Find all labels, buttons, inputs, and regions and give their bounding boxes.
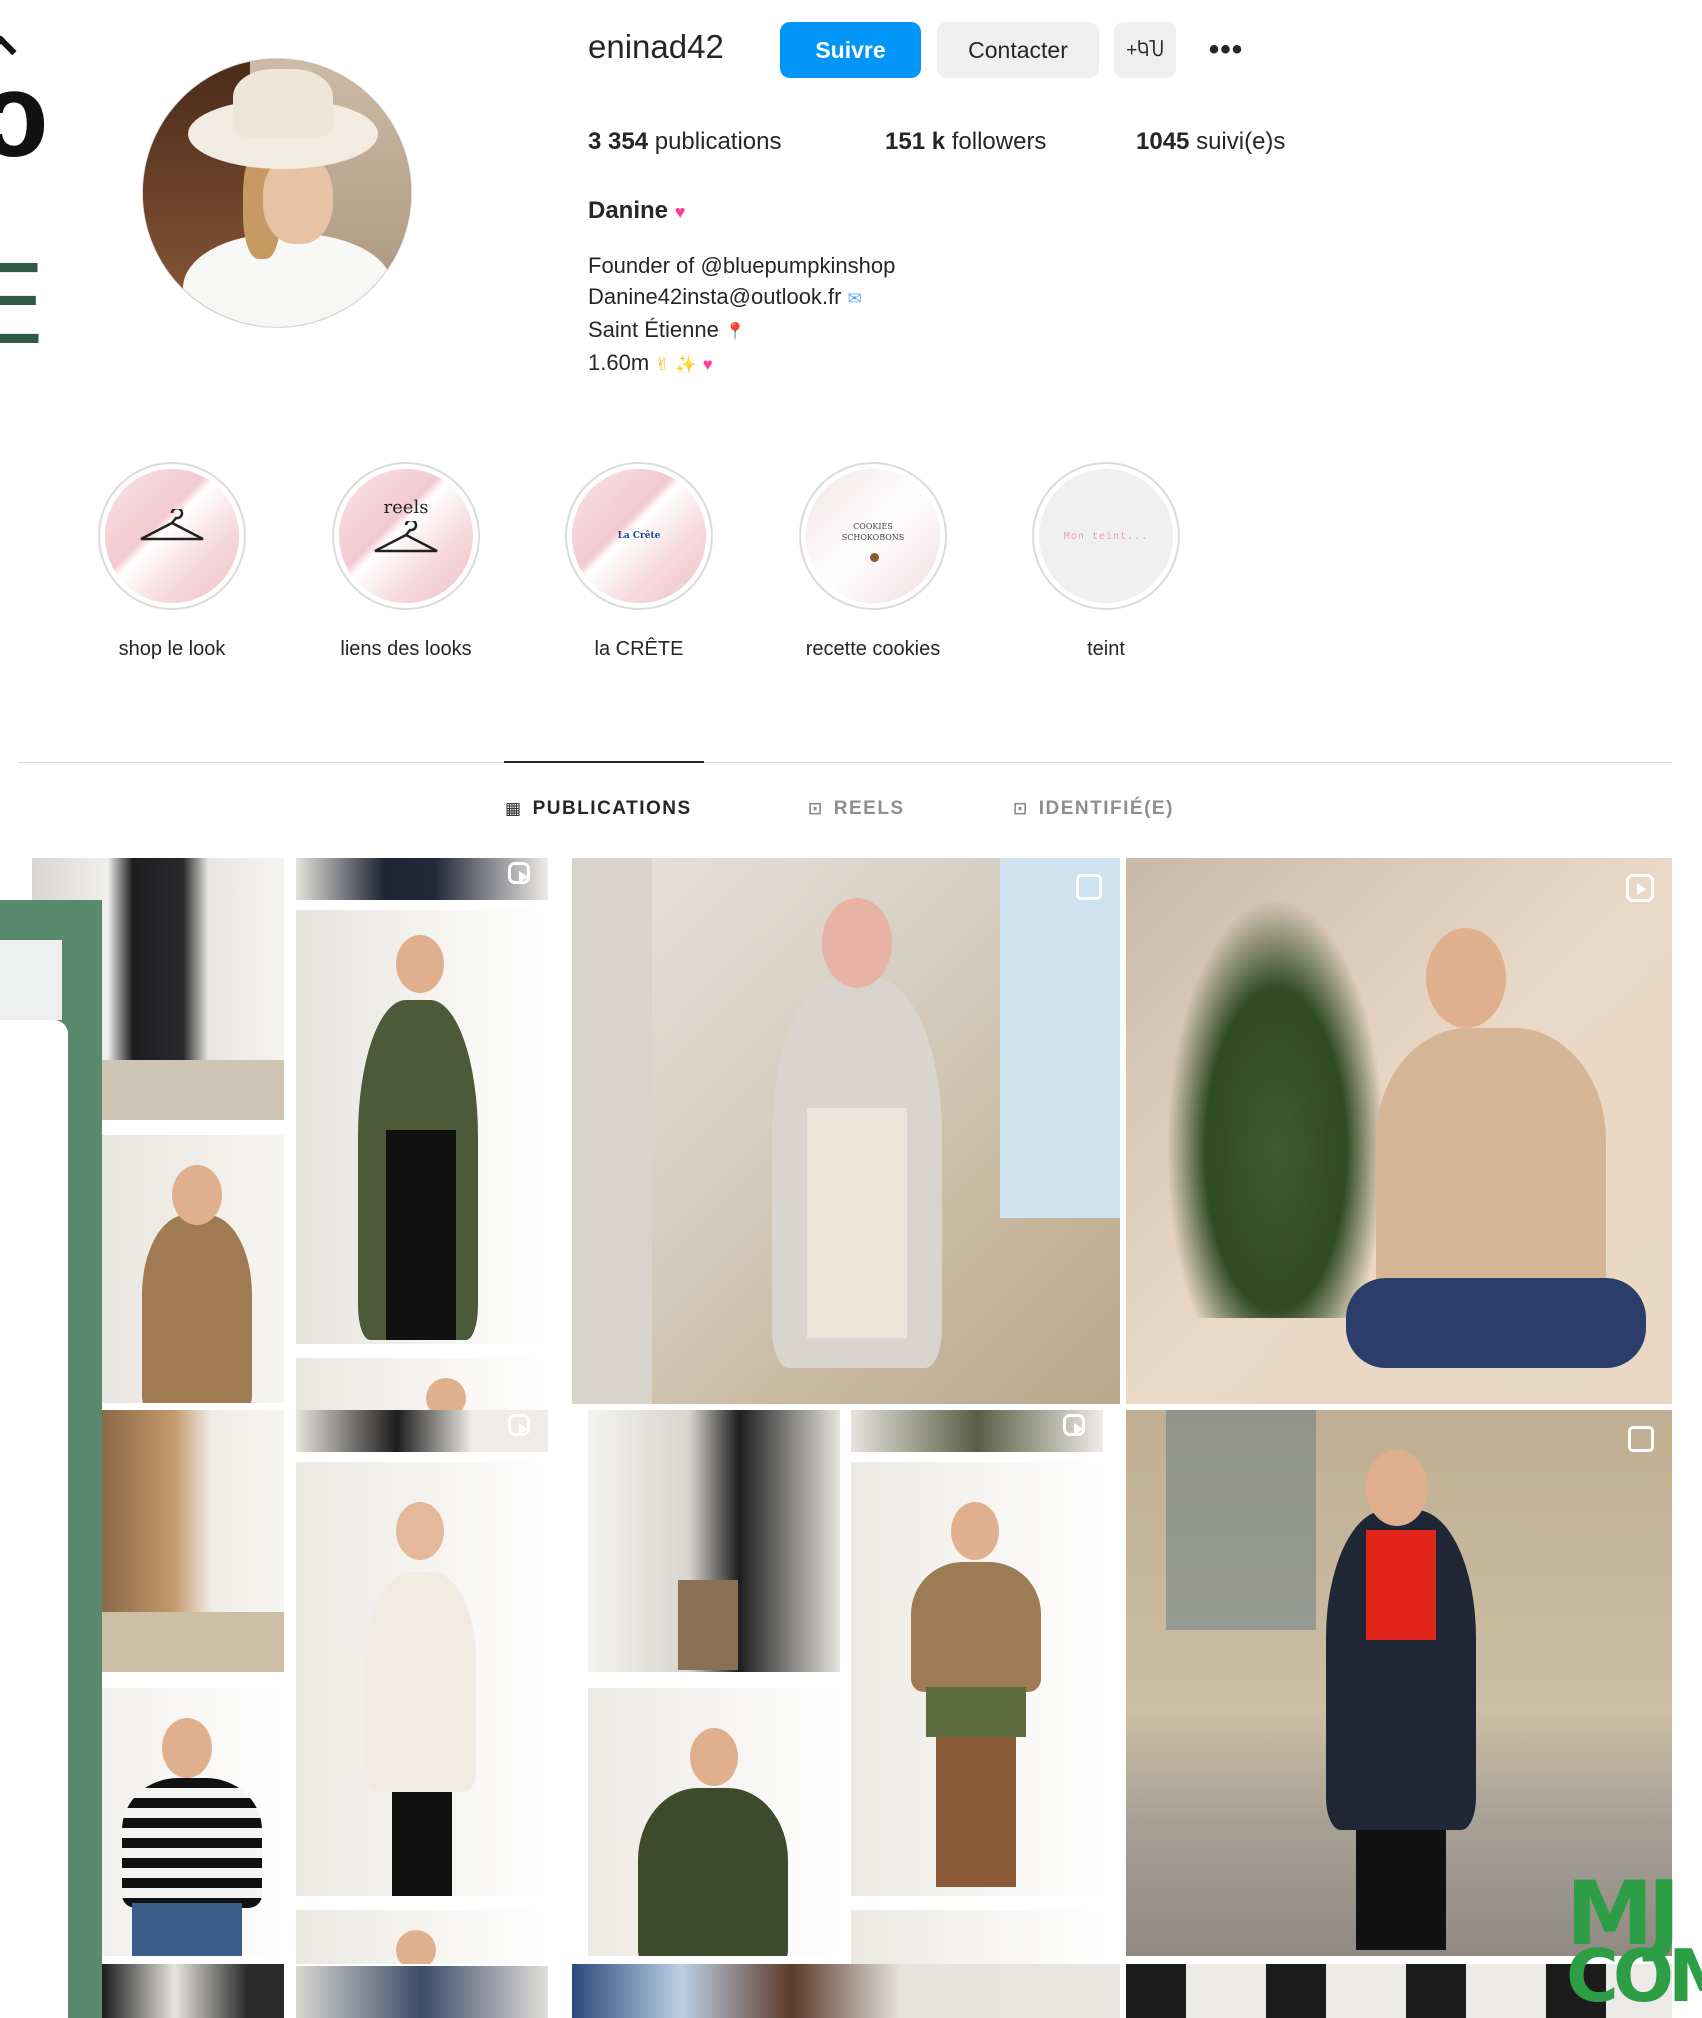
post-tile[interactable] (572, 858, 1120, 1404)
bio-line-height: 1.60m ✌ ✨ ♥ (588, 350, 713, 375)
active-tab-indicator (504, 761, 704, 763)
post-tile[interactable] (102, 1688, 284, 1956)
reel-icon (508, 862, 530, 884)
add-user-icon: +ႩႮ (1126, 39, 1164, 61)
sparkles-emoji-icon: ✨ (675, 355, 697, 374)
highlight-shop-le-look[interactable]: shop le look (92, 462, 252, 661)
more-icon: ••• (1208, 33, 1244, 66)
profile-username: eninad42 (588, 28, 724, 65)
tab-reels[interactable]: ⊡ REELS (808, 798, 905, 820)
reel-icon (1626, 874, 1654, 902)
overlay-grey-block (0, 940, 62, 1020)
bio-line-location: Saint Étienne 📍 (588, 317, 747, 342)
post-tile[interactable] (588, 1688, 840, 1956)
highlight-label: la CRÊTE (594, 638, 684, 660)
stat-following[interactable]: 1045 suivi(e)s (1136, 128, 1285, 156)
post-tile[interactable] (102, 1135, 284, 1403)
tagged-icon: ⊡ (1013, 799, 1029, 818)
post-tile[interactable] (102, 1410, 284, 1672)
profile-full-name: Danine ♥ (588, 197, 686, 224)
stat-publications: 3 354 publications (588, 128, 782, 155)
follow-button[interactable]: Suivre (780, 22, 921, 78)
post-tile[interactable] (1126, 858, 1672, 1404)
victory-emoji-icon: ✌ (655, 355, 670, 374)
cookie-icon (870, 553, 879, 562)
carousel-icon (1076, 874, 1102, 900)
highlight-teint[interactable]: Mon teint... teint (1026, 462, 1186, 661)
tab-tagged[interactable]: ⊡ IDENTIFIÉ(E) (1013, 798, 1174, 820)
logo-com-text: COM (1566, 1934, 1702, 2018)
post-tile[interactable] (296, 910, 548, 1344)
hanger-icon (374, 521, 438, 553)
pin-emoji-icon: 📍 (724, 322, 747, 341)
post-tile[interactable] (296, 1462, 548, 1896)
post-tile[interactable] (102, 1964, 284, 2018)
post-tile[interactable] (851, 1462, 1103, 1896)
cropped-glyph-fragment: ɔ (0, 48, 49, 182)
heart-emoji-icon: ♥ (702, 355, 713, 374)
tabs-divider (18, 762, 1672, 763)
post-tile[interactable] (296, 1966, 548, 2018)
highlight-cover-text: COOKIES SCHOKOBONS (841, 522, 905, 542)
profile-bio: Founder of @bluepumpkinshop Danine42inst… (588, 250, 895, 380)
overlay-white-block (0, 1020, 68, 2018)
highlight-liens-des-looks[interactable]: reels liens des looks (326, 462, 486, 661)
highlight-cover-text: Mon teint... (1063, 531, 1149, 542)
highlight-label: recette cookies (805, 638, 941, 660)
post-tile[interactable] (572, 1964, 1120, 2018)
tab-publications[interactable]: ▦ PUBLICATIONS (505, 798, 692, 820)
bio-line-email: Danine42insta@outlook.fr ✉ (588, 284, 862, 309)
highlight-la-crete[interactable]: La Crête la CRÊTE (559, 462, 719, 661)
highlight-label: teint (1087, 638, 1125, 660)
post-tile[interactable] (296, 1358, 548, 1412)
stat-followers[interactable]: 151 k followers (885, 128, 1046, 156)
reel-icon (1063, 1414, 1085, 1436)
highlight-cover-text: reels (383, 497, 429, 518)
profile-avatar[interactable] (142, 58, 412, 328)
post-tile[interactable] (851, 1910, 1103, 1964)
highlight-label: shop le look (118, 638, 226, 660)
post-tile[interactable] (296, 858, 548, 900)
more-options-button[interactable]: ••• (1190, 22, 1262, 78)
reel-icon (508, 1414, 530, 1436)
bio-line-founder[interactable]: Founder of @bluepumpkinshop (588, 250, 895, 281)
highlight-recette-cookies[interactable]: COOKIES SCHOKOBONS recette cookies (793, 462, 953, 661)
post-tile[interactable] (296, 1910, 548, 1964)
mjcom-logo: MJ COM (1566, 1870, 1702, 2018)
grid-icon: ▦ (505, 799, 523, 818)
contact-button[interactable]: Contacter (937, 22, 1099, 78)
cropped-letter-fragment: E (0, 241, 46, 369)
highlight-cover-text: La Crête (617, 531, 661, 541)
post-tile[interactable] (588, 1410, 840, 1672)
carousel-icon (1628, 1426, 1654, 1452)
post-tile[interactable] (851, 1410, 1103, 1452)
heart-emoji-icon: ♥ (674, 202, 686, 222)
hanger-icon (140, 509, 204, 541)
envelope-emoji-icon: ✉ (847, 289, 862, 308)
reels-icon: ⊡ (808, 799, 824, 818)
add-user-button[interactable]: +ႩႮ (1114, 22, 1176, 78)
post-tile[interactable] (296, 1410, 548, 1452)
highlight-label: liens des looks (340, 638, 472, 660)
